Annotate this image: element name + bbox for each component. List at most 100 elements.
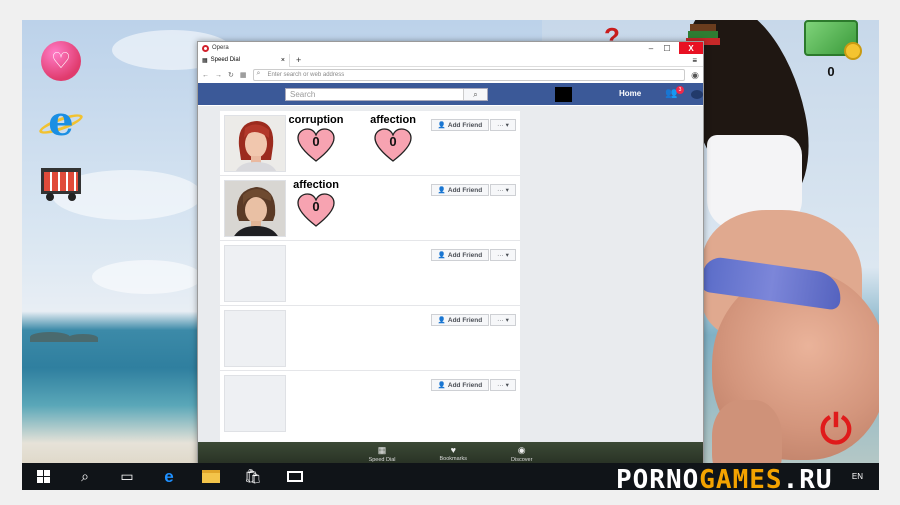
friend-list: corruption 0 affection 0 👤 Add Friend ··… bbox=[220, 111, 520, 442]
list-item: corruption 0 affection 0 👤 Add Friend ··… bbox=[220, 111, 520, 176]
more-options-button[interactable]: ··· ▾ bbox=[490, 119, 516, 131]
shop-cart-icon[interactable] bbox=[38, 158, 84, 204]
power-icon[interactable]: ⏻ bbox=[814, 408, 858, 452]
stat-label: affection bbox=[370, 114, 416, 126]
new-tab-button[interactable]: + bbox=[296, 55, 301, 65]
avatar-placeholder bbox=[224, 375, 286, 432]
grid-icon: ▦ bbox=[202, 57, 208, 64]
site-watermark: PORNOGAMES.RU bbox=[616, 465, 833, 490]
maximize-button[interactable]: ☐ bbox=[659, 42, 675, 54]
avatar-placeholder bbox=[224, 310, 286, 367]
add-friend-label: Add Friend bbox=[447, 381, 483, 389]
more-label: ··· bbox=[497, 316, 504, 324]
tab-speed-dial[interactable]: ▦ Speed Dial × bbox=[198, 53, 290, 67]
heart-icon: 0 bbox=[374, 128, 412, 162]
list-item: affection 0 👤 Add Friend ··· ▾ bbox=[220, 176, 520, 241]
address-input[interactable]: ⌕ Enter search or web address bbox=[252, 69, 686, 81]
add-user-icon: 👤 bbox=[437, 187, 446, 194]
browser-titlebar: Opera – ☐ X bbox=[198, 42, 703, 54]
list-item: 👤 Add Friend ··· ▾ bbox=[220, 371, 520, 436]
tab-close-icon[interactable]: × bbox=[281, 57, 285, 64]
forward-icon[interactable]: → bbox=[215, 72, 222, 79]
affection-value: 0 bbox=[389, 134, 397, 149]
brunette-portrait bbox=[225, 181, 285, 236]
love-app-icon[interactable]: ♡ bbox=[38, 38, 84, 84]
add-friend-button[interactable]: 👤 Add Friend bbox=[431, 379, 489, 391]
start-button[interactable] bbox=[22, 463, 64, 490]
more-options-button[interactable]: ··· ▾ bbox=[490, 249, 516, 261]
island bbox=[30, 332, 70, 342]
book bbox=[690, 24, 716, 31]
store-icon[interactable]: 🛍 bbox=[232, 463, 274, 490]
more-options-button[interactable]: ··· ▾ bbox=[490, 314, 516, 326]
watermark-part: PORNO bbox=[616, 465, 700, 490]
home-link[interactable]: Home bbox=[619, 89, 641, 98]
stat-label: corruption bbox=[288, 114, 344, 126]
folder-icon bbox=[202, 470, 220, 483]
corruption-stat: corruption 0 bbox=[286, 114, 346, 162]
language-indicator[interactable]: EN bbox=[852, 472, 863, 481]
money-value: 0 bbox=[827, 64, 835, 79]
address-bar: ← → ↻ ▦ ⌕ Enter search or web address ◉ bbox=[198, 67, 703, 83]
stat-label: affection bbox=[293, 179, 339, 191]
add-friend-label: Add Friend bbox=[447, 121, 483, 129]
chevron-down-icon: ▾ bbox=[505, 122, 509, 129]
photo-leg bbox=[712, 400, 782, 470]
list-item: 👤 Add Friend ··· ▾ bbox=[220, 241, 520, 306]
book bbox=[688, 31, 718, 38]
close-button[interactable]: X bbox=[679, 42, 703, 54]
back-icon[interactable]: ← bbox=[202, 72, 209, 79]
speed-dial-grid-icon[interactable]: ▦ bbox=[240, 71, 247, 79]
minimize-button[interactable]: – bbox=[643, 42, 659, 54]
search-icon[interactable]: ⌕ bbox=[64, 463, 106, 490]
search-icon[interactable]: ⌕ bbox=[463, 89, 487, 100]
add-friend-label: Add Friend bbox=[447, 186, 483, 194]
task-view-icon[interactable]: ▭ bbox=[106, 463, 148, 490]
heart-icon: ♥ bbox=[450, 445, 456, 455]
add-user-icon: 👤 bbox=[437, 252, 446, 259]
chevron-down-icon: ▾ bbox=[505, 252, 509, 259]
heart-icon: 0 bbox=[297, 193, 335, 227]
avatar[interactable] bbox=[224, 115, 286, 172]
add-friend-button[interactable]: 👤 Add Friend bbox=[431, 119, 489, 131]
watermark-part: GAMES bbox=[699, 465, 783, 490]
more-label: ··· bbox=[497, 251, 504, 259]
file-explorer-icon[interactable] bbox=[190, 463, 232, 490]
avatar[interactable] bbox=[224, 180, 286, 237]
chevron-down-icon: ▾ bbox=[505, 187, 509, 194]
social-search-input[interactable]: Search ⌕ bbox=[285, 88, 488, 101]
search-placeholder: Search bbox=[290, 90, 316, 99]
heart-devil-icon: ♡ bbox=[41, 41, 81, 81]
address-placeholder: Enter search or web address bbox=[267, 72, 345, 78]
redhead-portrait bbox=[225, 116, 285, 171]
tab-label: Speed Dial bbox=[210, 57, 241, 63]
friend-list-area: corruption 0 affection 0 👤 Add Friend ··… bbox=[198, 106, 703, 442]
internet-explorer-icon[interactable]: e bbox=[37, 97, 85, 145]
more-options-button[interactable]: ··· ▾ bbox=[490, 184, 516, 196]
avatar-placeholder bbox=[224, 245, 286, 302]
add-friend-button[interactable]: 👤 Add Friend bbox=[431, 249, 489, 261]
coin-icon bbox=[844, 42, 862, 60]
cart-basket bbox=[41, 168, 81, 201]
more-label: ··· bbox=[497, 121, 504, 129]
more-options-button[interactable]: ··· ▾ bbox=[490, 379, 516, 391]
add-user-icon: 👤 bbox=[437, 382, 446, 389]
game-screen: ♡ e ? 0 0 Opera – ☐ X bbox=[22, 20, 879, 490]
reload-icon[interactable]: ↻ bbox=[228, 71, 234, 79]
envelope-icon bbox=[287, 471, 303, 482]
affection-stat: affection 0 bbox=[286, 179, 346, 227]
opera-logo-icon bbox=[202, 44, 209, 52]
mail-icon[interactable] bbox=[274, 463, 316, 490]
edge-icon[interactable]: e bbox=[148, 463, 190, 490]
list-item: 👤 Add Friend ··· ▾ bbox=[220, 306, 520, 371]
grid-icon: ▦ bbox=[377, 445, 387, 455]
avatar[interactable] bbox=[555, 87, 572, 102]
add-friend-button[interactable]: 👤 Add Friend bbox=[431, 184, 489, 196]
ie-letter-icon: e bbox=[48, 97, 74, 145]
messages-icon[interactable] bbox=[691, 90, 703, 99]
affection-value: 0 bbox=[312, 199, 320, 214]
account-icon[interactable]: ◉ bbox=[691, 70, 699, 81]
add-friend-button[interactable]: 👤 Add Friend bbox=[431, 314, 489, 326]
chevron-down-icon: ▾ bbox=[505, 317, 509, 324]
menu-icon[interactable]: ≡ bbox=[692, 56, 697, 65]
